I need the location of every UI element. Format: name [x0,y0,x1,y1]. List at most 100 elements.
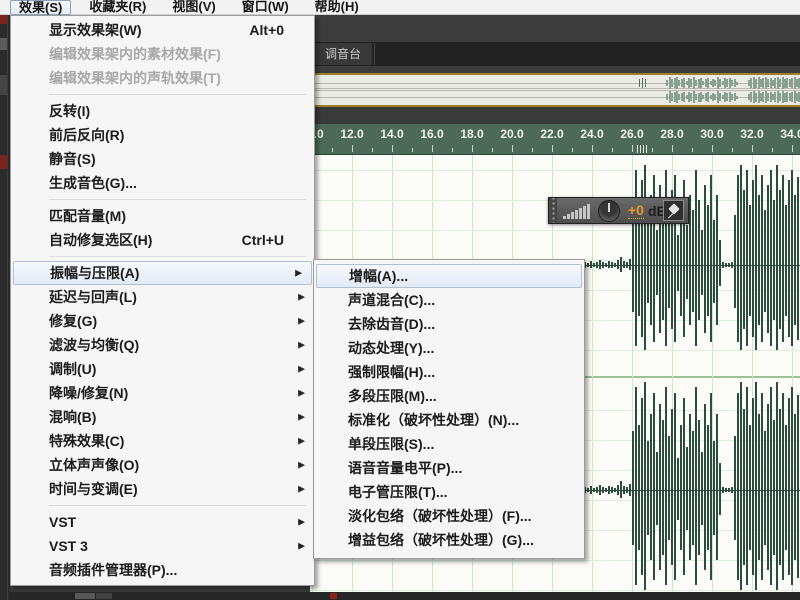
menu-item[interactable]: 多段压限(M)... [314,384,584,408]
menu-item[interactable]: 动态处理(Y)... [314,336,584,360]
menu-item[interactable]: 自动修复选区(H)Ctrl+U [11,228,314,252]
grid-line-horizontal [310,230,800,231]
menu-item[interactable]: 增幅(A)... [316,264,582,288]
waveform-bar [689,195,691,265]
ruler-tick [372,148,373,152]
menu-item-label: 标准化（破坏性处理）(N)... [348,410,519,430]
menu-item[interactable]: 增益包络（破坏性处理）(G)... [314,528,584,552]
volume-knob[interactable] [598,200,620,222]
waveform-bar [656,265,658,295]
volume-value[interactable]: +0 [628,203,644,219]
ruler-tick [412,148,413,152]
menu-item[interactable]: 前后反向(R) [11,123,314,147]
menubar-item[interactable]: 收藏夹(R) [81,0,154,15]
waveform-bar [749,265,751,316]
menu-item[interactable]: 编辑效果架内的声轨效果(T) [11,66,314,90]
menu-separator [49,199,306,200]
menu-item[interactable]: 立体声声像(O)▶ [11,453,314,477]
waveform-bar [755,165,757,265]
menu-item[interactable]: 显示效果架(W)Alt+0 [11,18,314,42]
waveform-bar [776,490,778,590]
menu-item[interactable]: VST▶ [11,510,314,534]
menu-bar: 效果(S) 收藏夹(R) 视图(V) 窗口(W) 帮助(H) [0,0,800,15]
waveform-bar [767,404,769,490]
waveform-bar [641,490,643,575]
menu-item[interactable]: 编辑效果架内的素材效果(F) [11,42,314,66]
waveform-bar [611,490,613,493]
waveform-bar [698,420,700,490]
waveform-bar [716,265,718,325]
menu-item[interactable]: 标准化（破坏性处理）(N)... [314,408,584,432]
ruler-tick [732,148,733,152]
waveform-bar [782,490,784,580]
menu-separator [49,256,306,257]
menu-item[interactable]: 静音(S) [11,147,314,171]
amplitude-compression-submenu: 增幅(A)...声道混合(C)...去除齿音(D)...动态处理(Y)...强制… [313,259,585,559]
waveform-bar [776,382,778,490]
waveform-bar [686,265,688,299]
menu-item[interactable]: 音频插件管理器(P)... [11,558,314,582]
tab-mixer[interactable]: 调音台 [314,43,372,65]
menu-item[interactable]: 特殊效果(C)▶ [11,429,314,453]
menu-item-label: 混响(B) [49,407,96,427]
menu-item[interactable]: 反转(I) [11,99,314,123]
overview-playhead-marker [642,78,643,88]
menu-item[interactable]: 振幅与压限(A)▶ [13,261,312,285]
ruler-tick [692,148,693,152]
waveform-bar [608,265,610,268]
volume-hud[interactable]: +0 dB [548,197,689,224]
waveform-bar [704,490,706,570]
ruler-tick [392,145,393,152]
menu-item[interactable]: 生成音色(G)... [11,171,314,195]
waveform-bar [653,393,655,490]
menu-item[interactable]: 滤波与均衡(Q)▶ [11,333,314,357]
waveform-bar [632,490,634,545]
waveform-overview-strip[interactable] [310,73,800,107]
menu-item[interactable]: 匹配音量(M) [11,204,314,228]
menu-item[interactable]: 强制限幅(H)... [314,360,584,384]
waveform-bar [791,170,793,265]
ruler-tick-label: 16.0 [420,127,443,141]
menubar-item[interactable]: 窗口(W) [234,0,297,15]
menu-item[interactable]: 去除齿音(D)... [314,312,584,336]
menu-item[interactable]: 电子管压限(T)... [314,480,584,504]
toolbar-fragment [0,38,7,50]
menu-item[interactable]: 时间与变调(E)▶ [11,477,314,501]
tab-divider [374,43,375,65]
ruler-tick [452,148,453,152]
waveform-bar [773,420,775,490]
menu-item-label: VST 3 [49,538,88,554]
menu-item[interactable]: 淡化包络（破坏性处理）(F)... [314,504,584,528]
hud-drag-handle[interactable] [549,198,557,223]
waveform-bar [776,165,778,265]
ruler-tick [432,145,433,152]
status-fragment [330,593,337,599]
menu-item[interactable]: VST 3▶ [11,534,314,558]
waveform-bar [710,393,712,490]
menu-item[interactable]: 调制(U)▶ [11,357,314,381]
waveform-bar [701,452,703,490]
overview-waveform-bar [736,82,738,85]
waveform-bar [794,265,796,325]
toolbar-divider [7,15,8,600]
menu-item-label: 电子管压限(T)... [348,482,448,502]
waveform-bar [764,431,766,490]
waveform-bar [749,425,751,490]
timeline-ruler[interactable]: 10.012.014.016.018.020.022.024.026.028.0… [310,124,800,155]
pin-button[interactable] [663,200,684,221]
overview-playhead-marker [639,79,640,87]
ruler-tick-label: 18.0 [460,127,483,141]
ruler-tick [352,145,353,152]
menubar-item[interactable]: 效果(S) [10,0,71,15]
menu-item[interactable]: 延迟与回声(L)▶ [11,285,314,309]
menu-item[interactable]: 混响(B)▶ [11,405,314,429]
menu-item-label: 自动修复选区(H) [49,230,152,250]
menu-item[interactable]: 声道混合(C)... [314,288,584,312]
menubar-item[interactable]: 帮助(H) [307,0,367,15]
waveform-bar [614,265,616,267]
menu-item[interactable]: 语音音量电平(P)... [314,456,584,480]
menu-item[interactable]: 单段压限(S)... [314,432,584,456]
menu-item[interactable]: 降噪/修复(N)▶ [11,381,314,405]
menu-item[interactable]: 修复(G)▶ [11,309,314,333]
menubar-item[interactable]: 视图(V) [164,0,223,15]
